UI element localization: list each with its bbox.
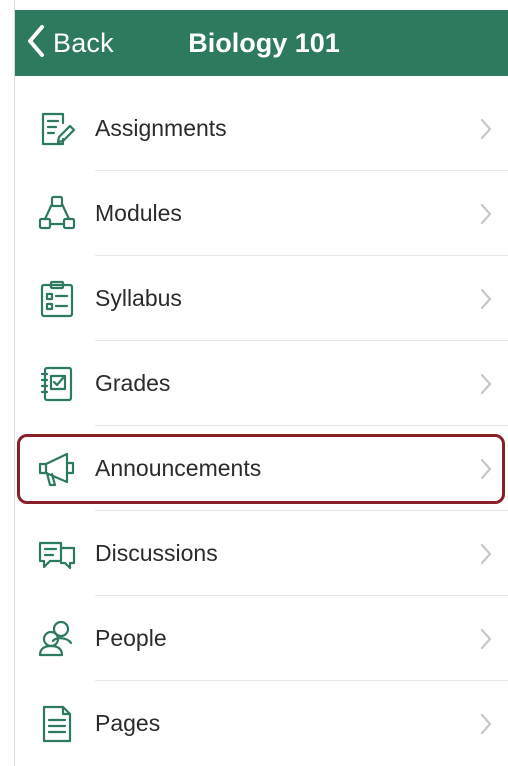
app-screen: Back Biology 101 Assignments Modules Syl… [14, 0, 508, 766]
megaphone-icon [35, 447, 79, 491]
chevron-right-icon [479, 457, 493, 481]
menu-item-label: Announcements [95, 455, 262, 481]
chevron-right-icon [479, 202, 493, 226]
menu-item-modules[interactable]: Modules [15, 171, 508, 256]
menu-item-people[interactable]: People [15, 596, 508, 681]
modules-icon [35, 192, 79, 236]
chevron-right-icon [479, 287, 493, 311]
menu-item-grades[interactable]: Grades [15, 341, 508, 426]
chevron-right-icon [479, 712, 493, 736]
people-icon [35, 617, 79, 661]
menu-item-announcements[interactable]: Announcements [15, 426, 508, 511]
navigation-bar: Back Biology 101 [15, 10, 508, 76]
chevron-right-icon [479, 542, 493, 566]
chevron-right-icon [479, 627, 493, 651]
menu-item-label: Grades [95, 370, 171, 396]
discussion-icon [35, 532, 79, 576]
menu-item-label: Pages [95, 710, 161, 736]
menu-item-label: Modules [95, 200, 182, 226]
menu-item-label: Syllabus [95, 285, 182, 311]
menu-item-discussions[interactable]: Discussions [15, 511, 508, 596]
page-icon [35, 702, 79, 746]
chevron-right-icon [479, 372, 493, 396]
assignment-icon [35, 107, 79, 151]
chevron-right-icon [479, 117, 493, 141]
menu-item-syllabus[interactable]: Syllabus [15, 256, 508, 341]
menu-item-label: Discussions [95, 540, 218, 566]
menu-item-label: Assignments [95, 115, 227, 141]
course-menu: Assignments Modules Syllabus Grades Anno… [15, 86, 508, 766]
syllabus-icon [35, 277, 79, 321]
grades-icon [35, 362, 79, 406]
page-title: Biology 101 [188, 27, 340, 58]
menu-item-pages[interactable]: Pages [15, 681, 508, 766]
menu-item-assignments[interactable]: Assignments [15, 86, 508, 171]
menu-item-label: People [95, 625, 167, 651]
